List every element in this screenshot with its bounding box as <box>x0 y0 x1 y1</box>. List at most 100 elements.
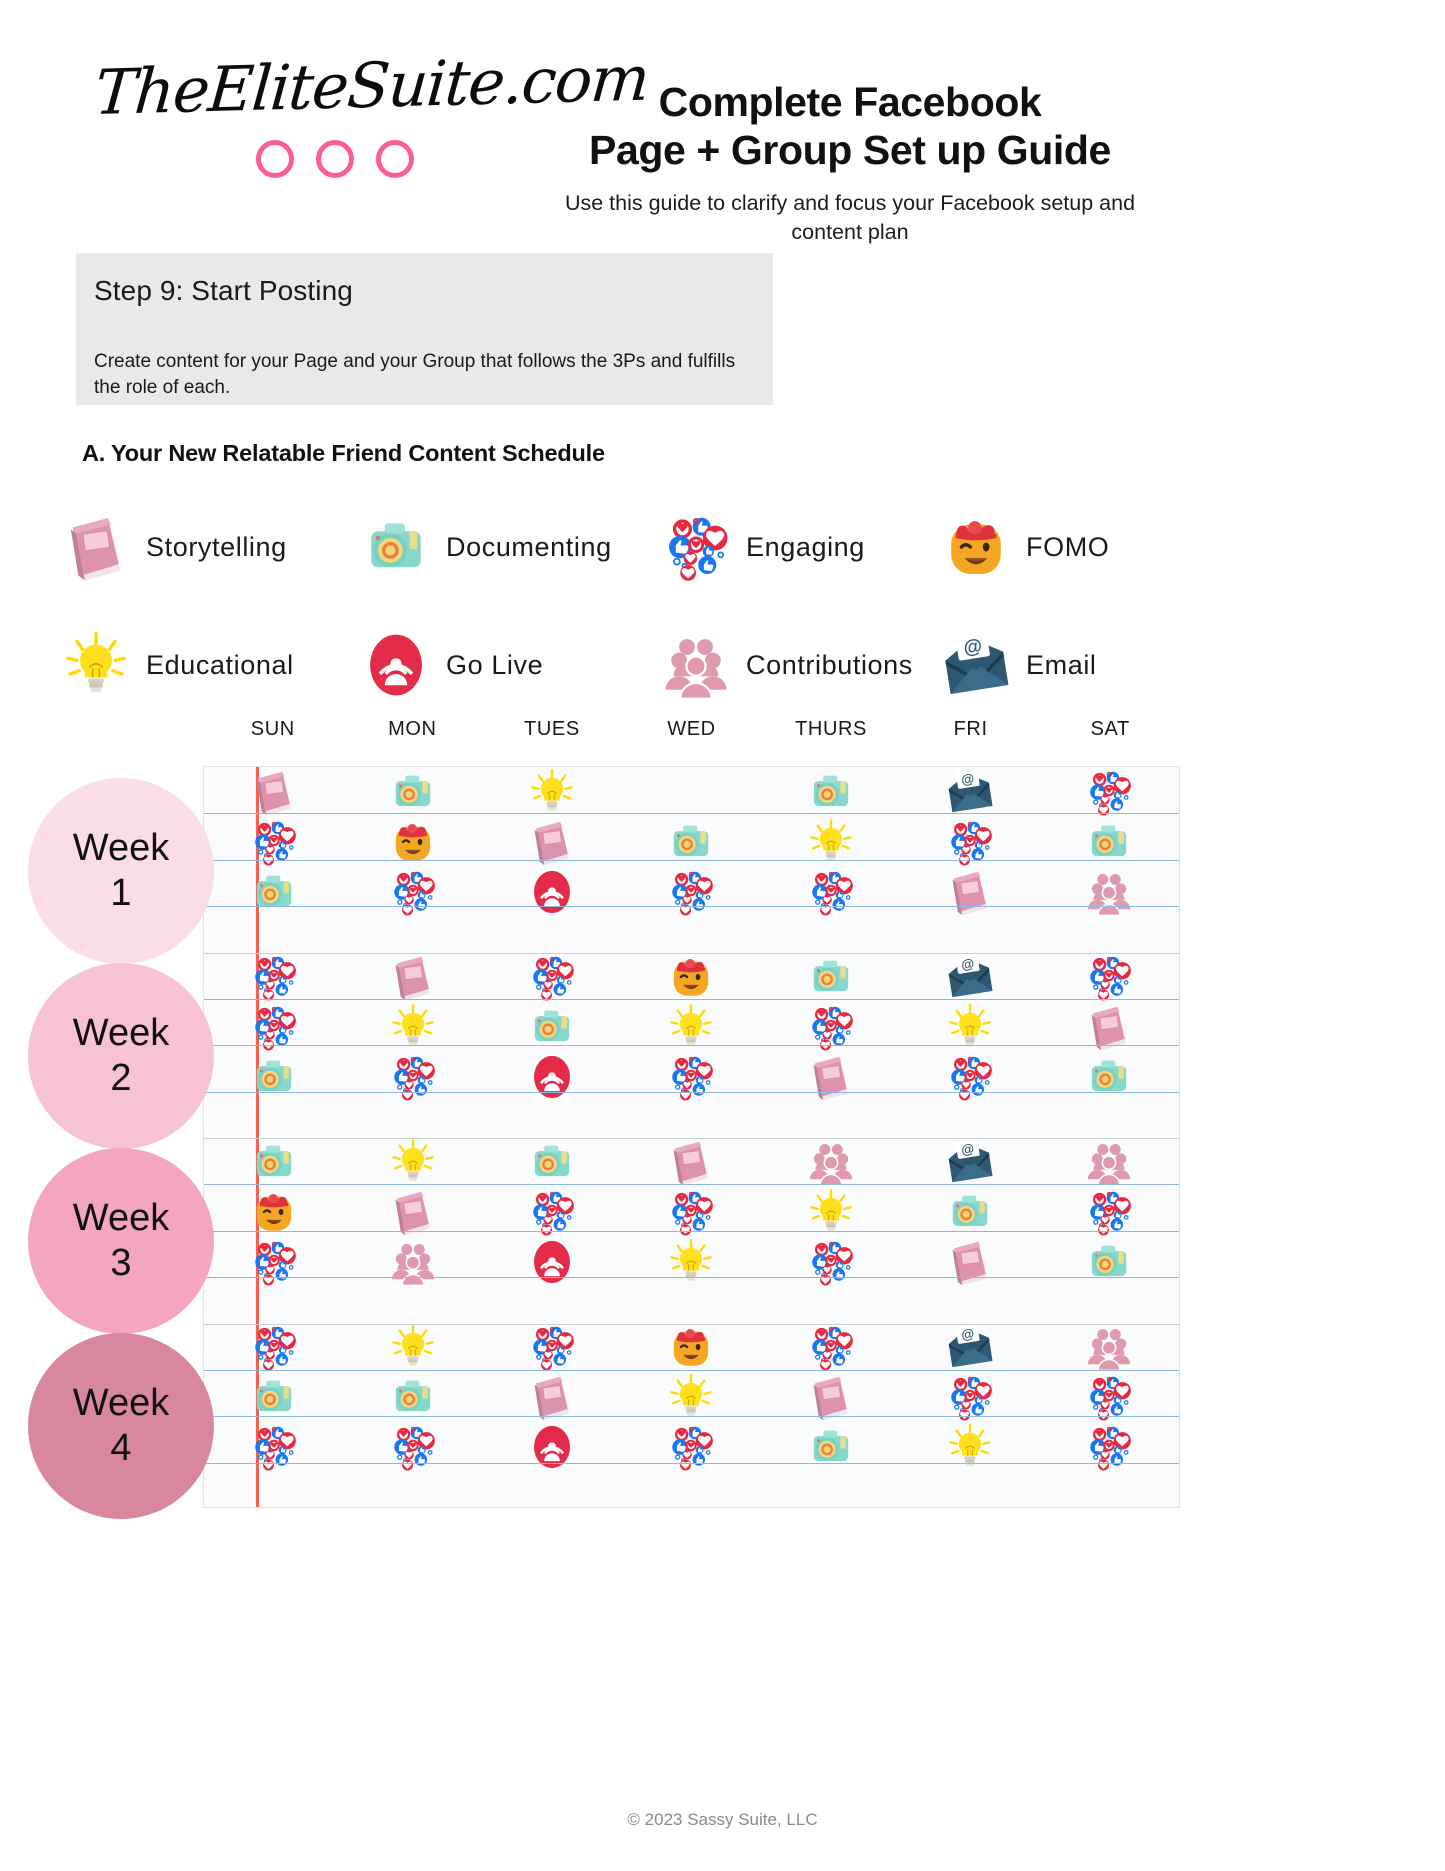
calendar-cell[interactable] <box>1040 1237 1179 1287</box>
calendar-cell[interactable] <box>343 1422 482 1472</box>
calendar-cell[interactable] <box>483 1187 622 1237</box>
calendar-cell[interactable] <box>204 1287 343 1322</box>
calendar-cell[interactable] <box>761 1372 900 1422</box>
calendar-cell[interactable] <box>204 1422 343 1472</box>
calendar-cell[interactable] <box>483 767 622 817</box>
calendar-cell[interactable] <box>622 867 761 917</box>
calendar-cell[interactable] <box>900 1237 1039 1287</box>
calendar-cell[interactable] <box>622 1137 761 1187</box>
calendar-cell[interactable] <box>900 1422 1039 1472</box>
calendar-cell[interactable] <box>204 1137 343 1187</box>
calendar-cell[interactable] <box>761 1472 900 1507</box>
calendar-cell[interactable] <box>622 1287 761 1322</box>
calendar-cell[interactable] <box>343 1322 482 1372</box>
calendar-cell[interactable] <box>204 917 343 952</box>
calendar-cell[interactable] <box>622 952 761 1002</box>
calendar-cell[interactable] <box>900 1472 1039 1507</box>
calendar-cell[interactable] <box>761 1102 900 1137</box>
calendar-cell[interactable] <box>900 1052 1039 1102</box>
calendar-cell[interactable] <box>204 1472 343 1507</box>
calendar-cell[interactable] <box>900 1187 1039 1237</box>
calendar-cell[interactable] <box>483 1322 622 1372</box>
people-group-icon <box>1084 1137 1134 1187</box>
calendar-cell[interactable] <box>761 1137 900 1187</box>
calendar-cell[interactable] <box>483 1237 622 1287</box>
calendar-cell[interactable]: @ <box>900 1137 1039 1187</box>
calendar-cell[interactable] <box>622 1322 761 1372</box>
calendar-cell[interactable] <box>343 767 482 817</box>
calendar-cell[interactable]: @ <box>900 952 1039 1002</box>
calendar-cell[interactable] <box>483 1372 622 1422</box>
calendar-cell[interactable] <box>204 1372 343 1422</box>
calendar-cell[interactable]: @ <box>900 1322 1039 1372</box>
calendar-cell[interactable] <box>343 1137 482 1187</box>
calendar-cell[interactable] <box>483 917 622 952</box>
calendar-cell[interactable] <box>1040 1422 1179 1472</box>
calendar-cell[interactable] <box>1040 952 1179 1002</box>
calendar-cell[interactable] <box>1040 1187 1179 1237</box>
calendar-cell[interactable] <box>900 1372 1039 1422</box>
calendar-cell[interactable] <box>622 1052 761 1102</box>
calendar-cell[interactable] <box>1040 867 1179 917</box>
calendar-cell[interactable] <box>343 1287 482 1322</box>
calendar-cell[interactable] <box>204 1187 343 1237</box>
calendar-cell[interactable] <box>343 1187 482 1237</box>
calendar-cell[interactable] <box>1040 1322 1179 1372</box>
calendar-cell[interactable] <box>204 1322 343 1372</box>
calendar-cell[interactable] <box>483 1102 622 1137</box>
calendar-cell[interactable] <box>761 1187 900 1237</box>
calendar-cell[interactable] <box>622 1187 761 1237</box>
calendar-cell[interactable] <box>761 1237 900 1287</box>
calendar-cell[interactable] <box>1040 1137 1179 1187</box>
calendar-cell[interactable] <box>483 867 622 917</box>
calendar-cell[interactable] <box>622 1237 761 1287</box>
calendar-cell[interactable] <box>900 867 1039 917</box>
calendar-cell[interactable] <box>622 917 761 952</box>
calendar-cell[interactable] <box>761 952 900 1002</box>
calendar-cell[interactable] <box>204 1052 343 1102</box>
calendar-cell[interactable] <box>343 1372 482 1422</box>
calendar-cell[interactable] <box>1040 1287 1179 1322</box>
calendar-cell[interactable] <box>761 767 900 817</box>
calendar-cell[interactable] <box>343 867 482 917</box>
calendar-cell[interactable] <box>1040 1372 1179 1422</box>
calendar-cell[interactable] <box>483 1052 622 1102</box>
calendar-cell[interactable] <box>483 952 622 1002</box>
calendar-cell[interactable] <box>1040 767 1179 817</box>
calendar-cell[interactable] <box>761 867 900 917</box>
calendar-cell[interactable] <box>483 1422 622 1472</box>
calendar-cell[interactable] <box>622 1372 761 1422</box>
calendar-cell[interactable] <box>761 1322 900 1372</box>
calendar-cell[interactable] <box>761 1287 900 1322</box>
calendar-cell[interactable] <box>761 917 900 952</box>
calendar-cell[interactable] <box>761 1422 900 1472</box>
calendar-cell[interactable] <box>900 1102 1039 1137</box>
calendar-cell[interactable] <box>1040 1102 1179 1137</box>
calendar-cell[interactable] <box>900 917 1039 952</box>
calendar-cell[interactable] <box>1040 1052 1179 1102</box>
calendar-cell[interactable] <box>622 1422 761 1472</box>
calendar-cell[interactable] <box>204 867 343 917</box>
calendar-cell[interactable] <box>343 1472 482 1507</box>
calendar-cell[interactable]: @ <box>900 767 1039 817</box>
calendar-cell[interactable] <box>204 1102 343 1137</box>
calendar-cell[interactable] <box>343 917 482 952</box>
calendar-cell[interactable] <box>761 1052 900 1102</box>
calendar-cell[interactable] <box>483 1137 622 1187</box>
calendar-cell[interactable] <box>483 1287 622 1322</box>
calendar-cell[interactable] <box>204 767 343 817</box>
calendar-cell[interactable] <box>343 1237 482 1287</box>
calendar-cell[interactable] <box>1040 1472 1179 1507</box>
calendar-cell[interactable] <box>622 1102 761 1137</box>
reactions-icon <box>806 1322 856 1372</box>
calendar-cell[interactable] <box>204 952 343 1002</box>
calendar-cell[interactable] <box>622 1472 761 1507</box>
calendar-cell[interactable] <box>622 767 761 817</box>
calendar-cell[interactable] <box>343 1102 482 1137</box>
calendar-cell[interactable] <box>343 952 482 1002</box>
calendar-cell[interactable] <box>1040 917 1179 952</box>
calendar-cell[interactable] <box>204 1237 343 1287</box>
calendar-cell[interactable] <box>483 1472 622 1507</box>
calendar-cell[interactable] <box>343 1052 482 1102</box>
calendar-cell[interactable] <box>900 1287 1039 1322</box>
